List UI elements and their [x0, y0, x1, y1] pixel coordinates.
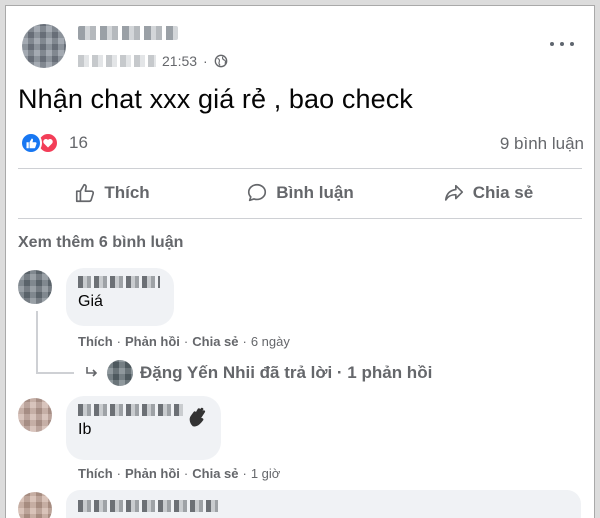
post-meta: 21:53 · [78, 53, 228, 69]
comment-reply-link[interactable]: Phản hồi [125, 334, 180, 349]
comment-age[interactable]: 6 ngày [251, 334, 290, 349]
commenter-avatar[interactable] [18, 492, 52, 518]
comment-text: Ib [78, 421, 92, 438]
view-replies-link[interactable]: Đặng Yến Nhii đã trả lời · 1 phản hồi [84, 360, 432, 386]
separator: · [116, 466, 122, 481]
comment-actions: Thích · Phản hồi · Chia sẻ · 1 giờ [78, 466, 280, 481]
comment-icon [248, 183, 267, 202]
post-date-blurred [78, 55, 156, 67]
comment-share-link[interactable]: Chia sẻ [192, 334, 238, 349]
author-name-blurred[interactable] [78, 26, 178, 40]
commenter-avatar[interactable] [18, 398, 52, 432]
commenter-avatar[interactable] [18, 270, 52, 304]
separator: · [116, 334, 122, 349]
separator: · [242, 334, 247, 349]
divider [18, 218, 582, 219]
thread-line [36, 311, 38, 373]
comment-bubble: Giá [66, 268, 174, 326]
post-text: Nhận chat xxx giá rẻ , bao check [18, 84, 413, 114]
share-icon [444, 184, 463, 201]
more-icon [550, 42, 554, 46]
share-button[interactable]: Chia sẻ [394, 174, 582, 212]
like-reaction-icon [20, 132, 42, 154]
comment-actions: Thích · Phản hồi · Chia sẻ · 6 ngày [78, 334, 290, 349]
post-time[interactable]: 21:53 [162, 53, 197, 69]
action-bar: Thích Bình luận Chia sẻ [18, 174, 582, 212]
commenter-name-blurred[interactable] [78, 404, 183, 416]
like-button[interactable]: Thích [18, 174, 206, 212]
separator: · [183, 334, 189, 349]
post-header: 21:53 · [18, 20, 582, 76]
comment-bubble [66, 490, 581, 518]
reply-summary: Đặng Yến Nhii đã trả lời · 1 phản hồi [140, 363, 433, 382]
globe-icon [214, 54, 228, 68]
reply-arrow-icon [86, 367, 98, 377]
reaction-summary[interactable]: 16 [20, 132, 88, 154]
more-options-button[interactable] [548, 34, 576, 54]
comment-text: Giá [78, 293, 103, 310]
wave-hand-icon [189, 407, 206, 427]
comment-label: Bình luận [276, 183, 354, 202]
commenter-name-blurred[interactable] [78, 500, 218, 512]
like-icon [76, 183, 95, 203]
comment-like-link[interactable]: Thích [78, 334, 113, 349]
more-icon-dot [560, 42, 564, 46]
like-label: Thích [104, 183, 150, 202]
separator: · [183, 466, 189, 481]
post-card: 21:53 · Nhận chat xxx giá rẻ , bao check… [5, 5, 595, 518]
divider [18, 168, 582, 169]
comment-like-link[interactable]: Thích [78, 466, 113, 481]
comment-button[interactable]: Bình luận [206, 174, 394, 212]
author-avatar[interactable] [22, 24, 66, 68]
comment-reply-link[interactable]: Phản hồi [125, 466, 180, 481]
reaction-count: 16 [69, 133, 88, 152]
thread-line [36, 372, 74, 374]
comment-count[interactable]: 9 bình luận [500, 134, 584, 154]
comment-age[interactable]: 1 giờ [251, 466, 281, 481]
commenter-name-blurred[interactable] [78, 276, 160, 288]
comment-share-link[interactable]: Chia sẻ [192, 466, 238, 481]
separator: · [242, 466, 247, 481]
more-icon-dot [570, 42, 574, 46]
view-more-comments-link[interactable]: Xem thêm 6 bình luận [18, 234, 183, 252]
replier-avatar [107, 360, 133, 386]
dot-separator: · [203, 53, 208, 69]
share-label: Chia sẻ [472, 183, 534, 202]
